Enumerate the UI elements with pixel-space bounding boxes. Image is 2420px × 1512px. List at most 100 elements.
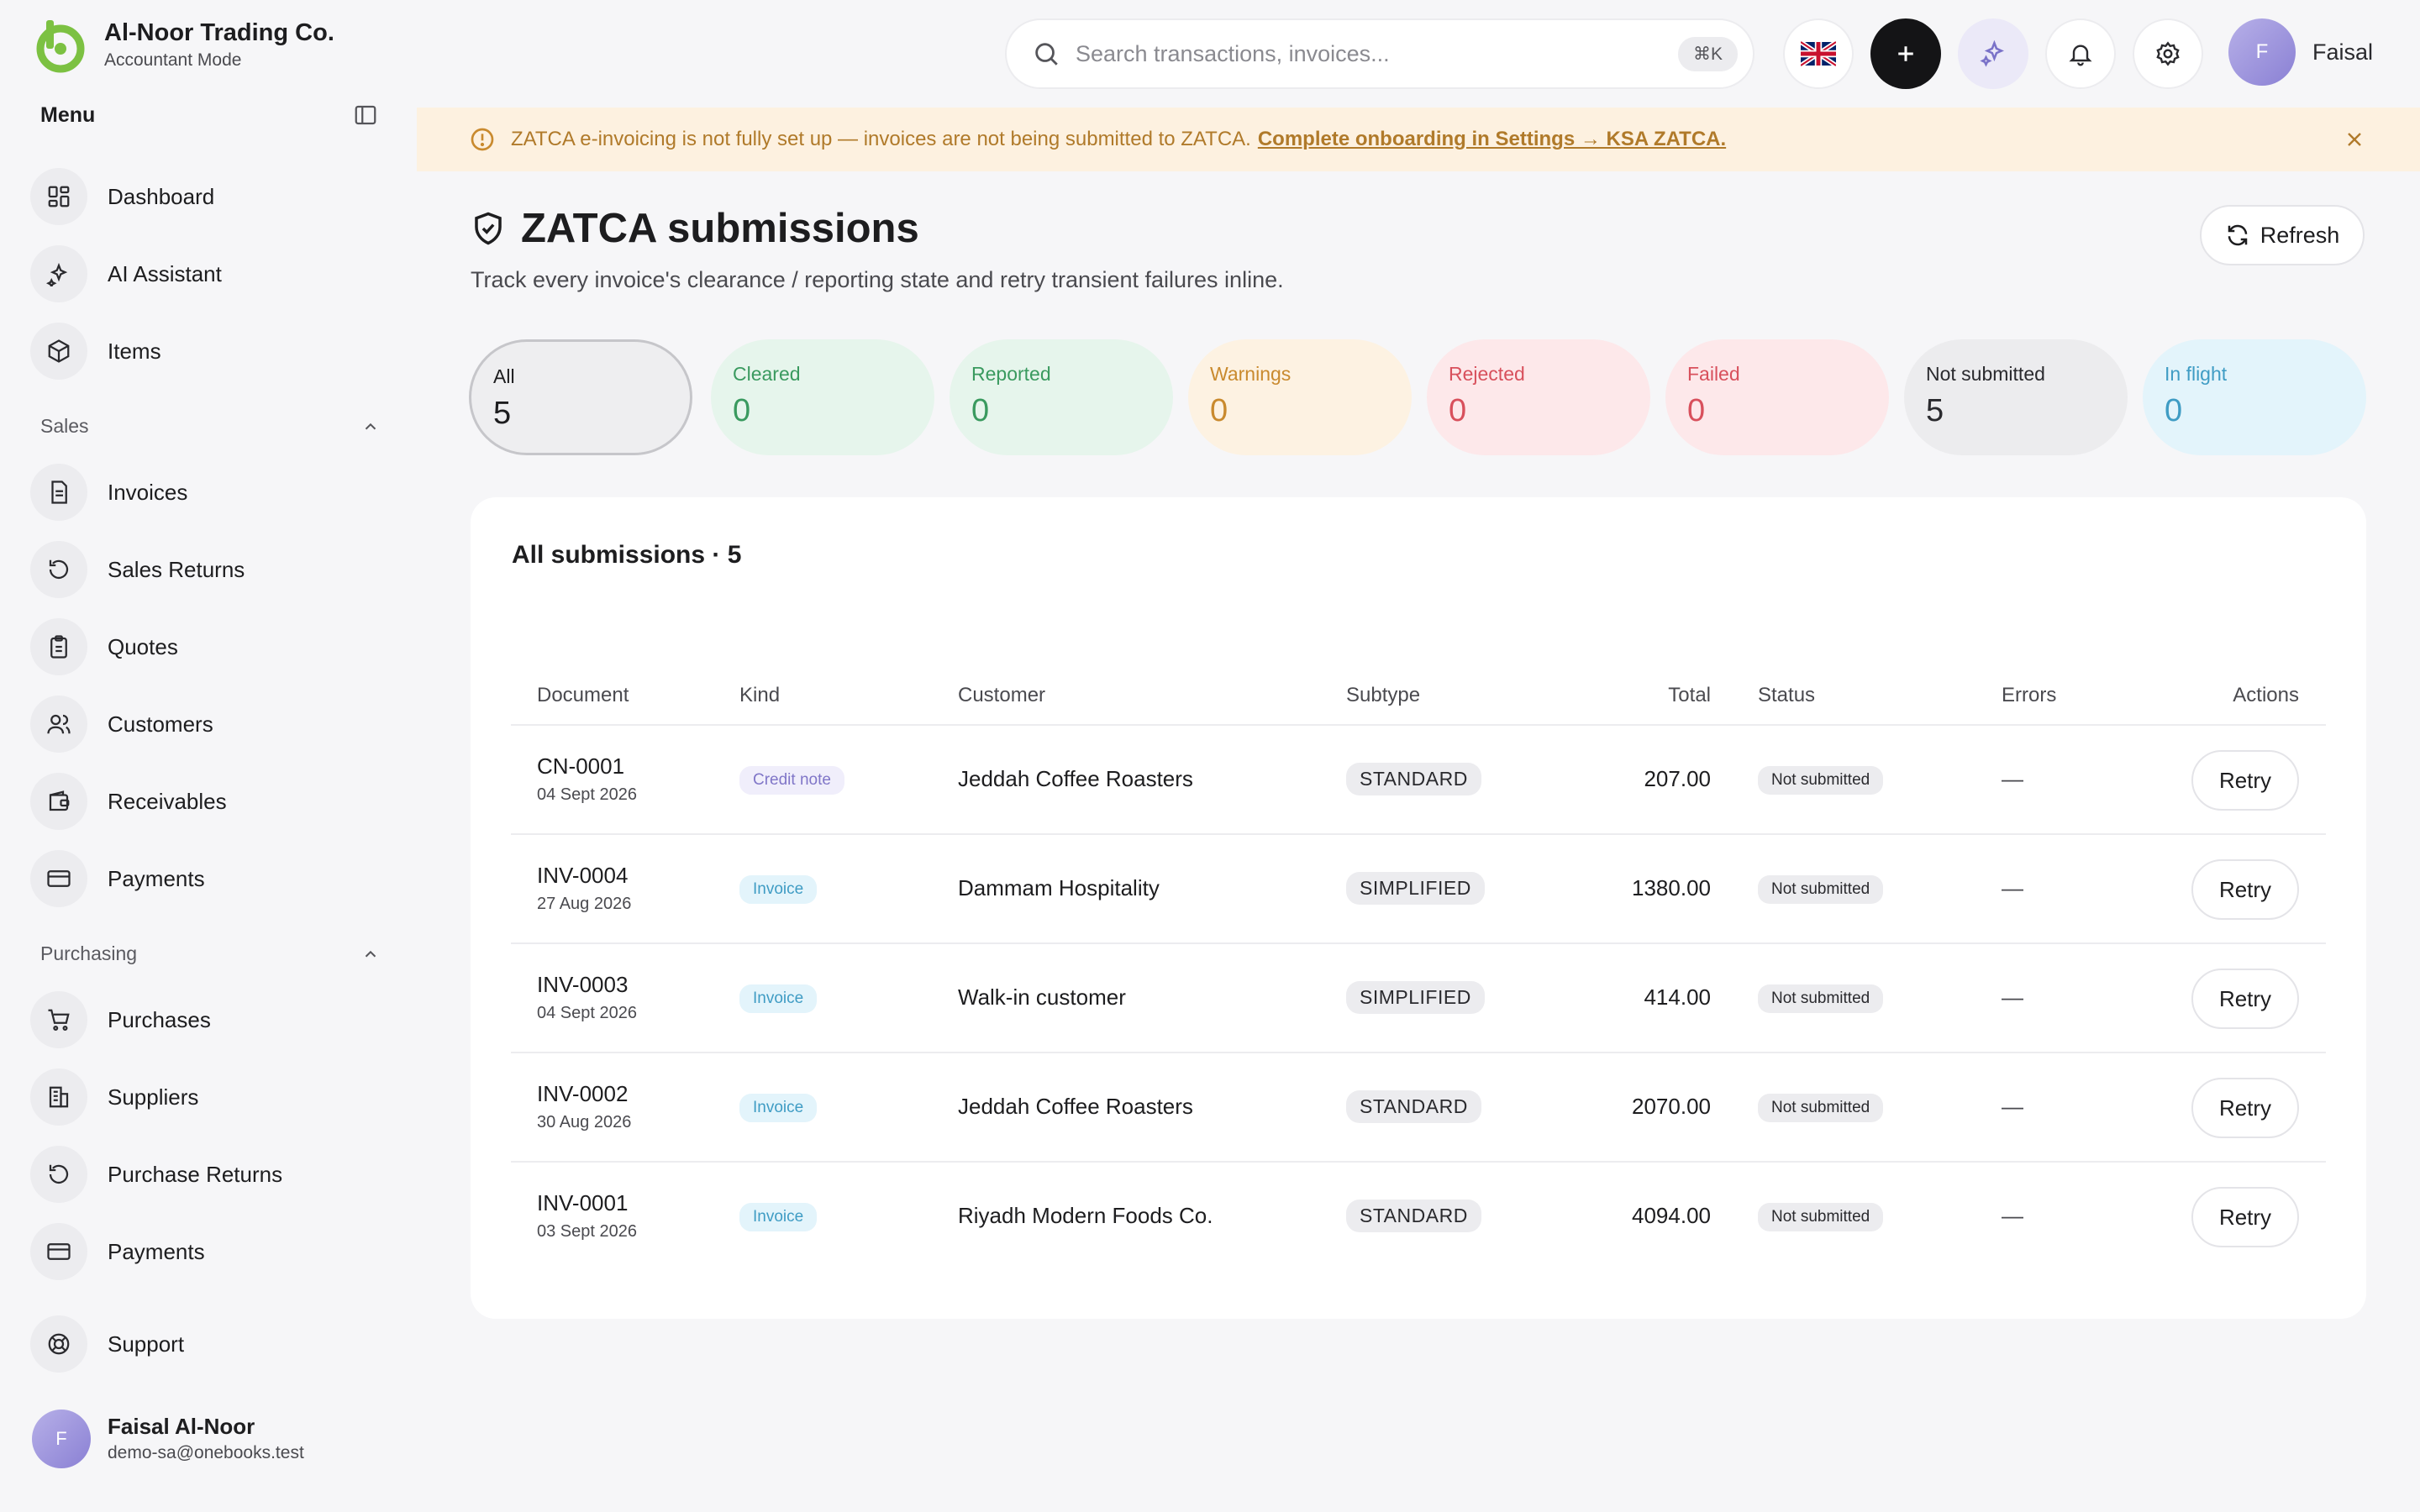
nav-item-quotes[interactable]: Quotes [30, 617, 383, 677]
avatar: F [2228, 18, 2296, 86]
kind-badge: Invoice [739, 1203, 818, 1231]
sparkle-icon [1980, 39, 2005, 67]
filter-not-submitted[interactable]: Not submitted 5 [1904, 339, 2128, 455]
search-input[interactable] [1076, 40, 1678, 67]
nav-item-dashboard[interactable]: Dashboard [30, 166, 383, 227]
cart-icon [30, 991, 87, 1048]
kind-badge: Invoice [739, 1094, 818, 1122]
document-date: 03 Sept 2026 [537, 1222, 637, 1241]
filter-in-flight[interactable]: In flight 0 [2143, 339, 2366, 455]
settings-button[interactable] [2133, 18, 2203, 89]
subtype-badge: SIMPLIFIED [1346, 872, 1485, 905]
section-sales[interactable]: Sales [40, 415, 380, 438]
retry-button[interactable]: Retry [2191, 750, 2299, 811]
avatar: F [32, 1410, 91, 1468]
nav-label: Support [108, 1331, 185, 1357]
table-row[interactable]: INV-0002 30 Aug 2026 Invoice Jeddah Coffee … [511, 1053, 2326, 1163]
table-row[interactable]: INV-0001 03 Sept 2026 Invoice Riyadh Modern… [511, 1163, 2326, 1272]
filter-reported[interactable]: Reported 0 [950, 339, 1173, 455]
profile-menu[interactable]: F Faisal [2228, 18, 2373, 86]
filter-cleared[interactable]: Cleared 0 [711, 339, 934, 455]
column-header: Document [537, 684, 629, 706]
document-number[interactable]: CN-0001 [537, 753, 637, 780]
shield-check-icon [475, 212, 502, 245]
document-date: 04 Sept 2026 [537, 1004, 637, 1022]
nav-item-suppliers[interactable]: Suppliers [30, 1067, 383, 1127]
document-number[interactable]: INV-0002 [537, 1080, 631, 1107]
retry-button[interactable]: Retry [2191, 1187, 2299, 1247]
users-icon [30, 696, 87, 753]
document-number[interactable]: INV-0003 [537, 971, 637, 998]
table-row[interactable]: CN-0001 04 Sept 2026 Credit note Jeddah Cof… [511, 726, 2326, 835]
nav-item-support[interactable]: Support [30, 1314, 383, 1374]
nav-item-ai-assistant[interactable]: AI Assistant [30, 244, 383, 304]
nav-label: Sales Returns [108, 556, 245, 582]
document-number[interactable]: INV-0001 [537, 1189, 637, 1216]
language-button[interactable] [1783, 18, 1854, 89]
notifications-button[interactable] [2045, 18, 2116, 89]
ai-button[interactable] [1958, 18, 2028, 89]
brand[interactable]: Al-Noor Trading Co. Accountant Mode [32, 17, 334, 74]
nav-label: Payments [108, 1238, 205, 1264]
errors-value: — [2002, 766, 2023, 791]
subtype-badge: STANDARD [1346, 1090, 1481, 1123]
column-header: Status [1758, 684, 1816, 706]
document-number[interactable]: INV-0004 [537, 862, 631, 889]
total-amount: 2070.00 [1632, 1094, 1711, 1119]
table-row[interactable]: INV-0003 04 Sept 2026 Invoice Walk-in custo… [511, 944, 2326, 1053]
plus-icon [1898, 46, 1913, 61]
uk-flag-icon [1801, 41, 1836, 66]
user-card[interactable]: F Faisal Al-Noor demo-sa@onebooks.test [32, 1410, 304, 1468]
warning-banner: ZATCA e-invoicing is not fully set up — … [417, 108, 2420, 171]
column-header: Errors [2002, 684, 2057, 706]
card-icon [30, 850, 87, 907]
nav-label: Purchase Returns [108, 1161, 283, 1187]
nav-label: Invoices [108, 479, 188, 505]
document-date: 30 Aug 2026 [537, 1113, 632, 1131]
nav-item-sales-payments[interactable]: Payments [30, 848, 383, 909]
filter-label: Failed [1687, 363, 1740, 385]
document-icon [30, 464, 87, 521]
filter-all[interactable]: All 5 [469, 339, 692, 455]
retry-button[interactable]: Retry [2191, 969, 2299, 1029]
refresh-button[interactable]: Refresh [2200, 205, 2365, 265]
column-header: Kind [739, 684, 781, 706]
nav-item-items[interactable]: Items [30, 321, 383, 381]
filter-count: 5 [1926, 393, 1944, 428]
close-icon[interactable] [2341, 126, 2368, 153]
filter-count: 5 [493, 396, 512, 431]
retry-button[interactable]: Retry [2191, 1078, 2299, 1138]
search-icon [1035, 43, 1058, 66]
nav-label: Items [108, 338, 161, 364]
return-icon [30, 541, 87, 598]
chevron-up-icon [365, 423, 376, 429]
filter-failed[interactable]: Failed 0 [1665, 339, 1889, 455]
table-row[interactable]: INV-0004 27 Aug 2026 Invoice Dammam Hospita… [511, 835, 2326, 944]
filter-warnings[interactable]: Warnings 0 [1188, 339, 1412, 455]
sidebar-toggle-icon[interactable] [351, 101, 380, 129]
return-icon [30, 1146, 87, 1203]
table-header: Document Kind Customer Subtype Total Sta… [511, 675, 2326, 726]
filter-rejected[interactable]: Rejected 0 [1427, 339, 1650, 455]
user-email: demo-sa@onebooks.test [108, 1443, 304, 1462]
alert-circle-icon [471, 128, 494, 151]
section-purchasing[interactable]: Purchasing [40, 942, 380, 965]
nav-item-purchases[interactable]: Purchases [30, 990, 383, 1050]
retry-button[interactable]: Retry [2191, 859, 2299, 920]
profile-name: Faisal [2312, 39, 2374, 65]
nav-item-purchase-returns[interactable]: Purchase Returns [30, 1144, 383, 1205]
nav-item-customers[interactable]: Customers [30, 694, 383, 754]
search-bar[interactable]: ⌘K [1005, 18, 1754, 89]
kind-badge: Invoice [739, 984, 818, 1013]
create-button[interactable] [1870, 18, 1941, 89]
bell-icon [2069, 45, 2092, 66]
status-badge: Not submitted [1758, 875, 1884, 904]
nav-item-purchase-payments[interactable]: Payments [30, 1221, 383, 1282]
nav-item-invoices[interactable]: Invoices [30, 462, 383, 522]
filter-label: Reported [971, 363, 1051, 385]
filter-label: In flight [2165, 363, 2228, 385]
nav-item-sales-returns[interactable]: Sales Returns [30, 539, 383, 600]
nav-item-receivables[interactable]: Receivables [30, 771, 383, 832]
subtype-badge: STANDARD [1346, 763, 1481, 795]
banner-settings-link[interactable]: Complete onboarding in Settings → KSA ZA… [1258, 128, 1726, 151]
